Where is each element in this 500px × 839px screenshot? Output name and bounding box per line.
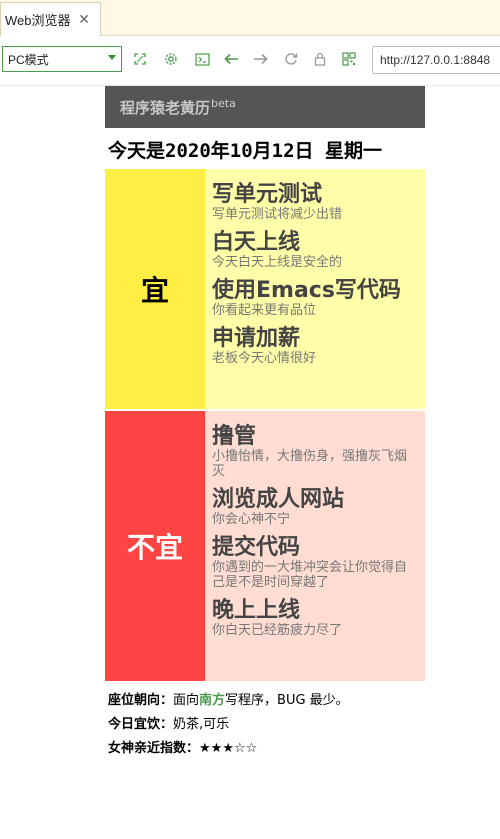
good-item: 申请加薪 老板今天心情很好 [212,326,417,367]
good-item-desc: 老板今天心情很好 [212,351,317,366]
qrcode-icon[interactable] [339,49,359,69]
url-input[interactable]: http://127.0.0.1:8848 [372,46,500,74]
seat-suffix: 写程序，BUG 最少。 [225,693,349,708]
forward-arrow-icon[interactable] [250,49,270,69]
bad-item-desc: 小撸怡情，大撸伤身，强撸灰飞烟灭 [212,449,408,479]
bad-item-name: 提交代码 [212,535,301,560]
good-item-name: 白天上线 [212,230,301,255]
bad-item: 浏览成人网站 你会心神不宁 [212,487,417,528]
browser-tab[interactable]: Web浏览器 ✕ [0,2,101,36]
page-title: 程序猿老黄历beta [120,97,236,118]
screenshot-icon[interactable] [130,49,150,69]
reload-icon[interactable] [281,49,301,69]
page-content: 程序猿老黄历beta 今天是2020年10月12日 星期一 宜 写单元测试 写单元… [0,86,500,839]
goddess-label: 女神亲近指数： [108,741,200,756]
back-arrow-icon[interactable] [221,49,241,69]
drink-line: 今日宜饮：奶茶,可乐 [108,713,428,737]
bad-item-name: 晚上上线 [212,598,301,623]
goddess-line: 女神亲近指数：★★★☆☆ [108,737,428,761]
good-item: 白天上线 今天白天上线是安全的 [212,230,417,271]
bad-item: 晚上上线 你白天已经筋疲力尽了 [212,598,417,639]
mode-select[interactable]: PC模式 [2,46,122,72]
bad-label: 不宜 [105,411,205,681]
bad-item: 提交代码 你遇到的一大堆冲突会让你觉得自己是不是时间穿越了 [212,535,417,591]
bad-item-desc: 你会心神不宁 [212,512,291,527]
good-item-name: 申请加薪 [212,326,301,351]
seat-direction-line: 座位朝向：面向南方写程序，BUG 最少。 [108,689,428,713]
extras-section: 座位朝向：面向南方写程序，BUG 最少。 今日宜饮：奶茶,可乐 女神亲近指数：★… [108,689,428,761]
bad-items: 撸管 小撸怡情，大撸伤身，强撸灰飞烟灭 浏览成人网站 你会心神不宁 提交代码 你遇到的… [205,411,425,681]
browser-toolbar: PC模式 http://127.0.0.1:8848 [0,36,500,86]
tab-title: Web浏览器 [5,13,71,28]
url-text: http://127.0.0.1:8848 [380,53,491,67]
drink-value: 奶茶,可乐 [173,717,230,732]
bad-item: 撸管 小撸怡情，大撸伤身，强撸灰飞烟灭 [212,424,417,480]
good-item-name: 使用Emacs写代码 [212,278,401,303]
settings-icon[interactable] [161,49,181,69]
chevron-down-icon [108,55,116,60]
console-icon[interactable] [192,49,212,69]
close-icon[interactable]: ✕ [78,12,90,28]
bad-item-name: 撸管 [212,424,257,449]
good-item-desc: 你看起来更有品位 [212,303,317,318]
good-item-desc: 今天白天上线是安全的 [212,255,343,270]
good-item-name: 写单元测试 [212,182,323,207]
drink-label: 今日宜饮： [108,717,174,732]
good-section: 宜 写单元测试 写单元测试将减少出错 白天上线 今天白天上线是安全的 使用Emacs… [105,169,425,409]
bad-item-name: 浏览成人网站 [212,487,345,512]
bad-section: 不宜 撸管 小撸怡情，大撸伤身，强撸灰飞烟灭 浏览成人网站 你会心神不宁 提交代码你… [105,411,425,681]
mode-select-value: PC模式 [8,52,49,67]
bad-item-desc: 你白天已经筋疲力尽了 [212,623,343,638]
beta-badge: beta [211,96,236,110]
good-item-desc: 写单元测试将减少出错 [212,207,343,222]
seat-label: 座位朝向： [108,693,174,708]
good-item: 写单元测试 写单元测试将减少出错 [212,182,417,223]
date-line: 今天是2020年10月12日 星期一 [108,140,382,162]
tab-bar: Web浏览器 ✕ [0,0,500,36]
page-header: 程序猿老黄历beta [105,86,425,128]
good-items: 写单元测试 写单元测试将减少出错 白天上线 今天白天上线是安全的 使用Emacs写代… [205,169,425,409]
page-title-text: 程序猿老黄历 [120,98,211,117]
bad-item-desc: 你遇到的一大堆冲突会让你觉得自己是不是时间穿越了 [212,560,408,590]
seat-direction: 南方 [199,693,226,708]
good-item: 使用Emacs写代码 你看起来更有品位 [212,278,417,319]
star-rating: ★★★☆☆ [199,741,258,756]
seat-prefix: 面向 [173,693,200,708]
lock-icon[interactable] [310,49,330,69]
good-label: 宜 [105,169,205,409]
